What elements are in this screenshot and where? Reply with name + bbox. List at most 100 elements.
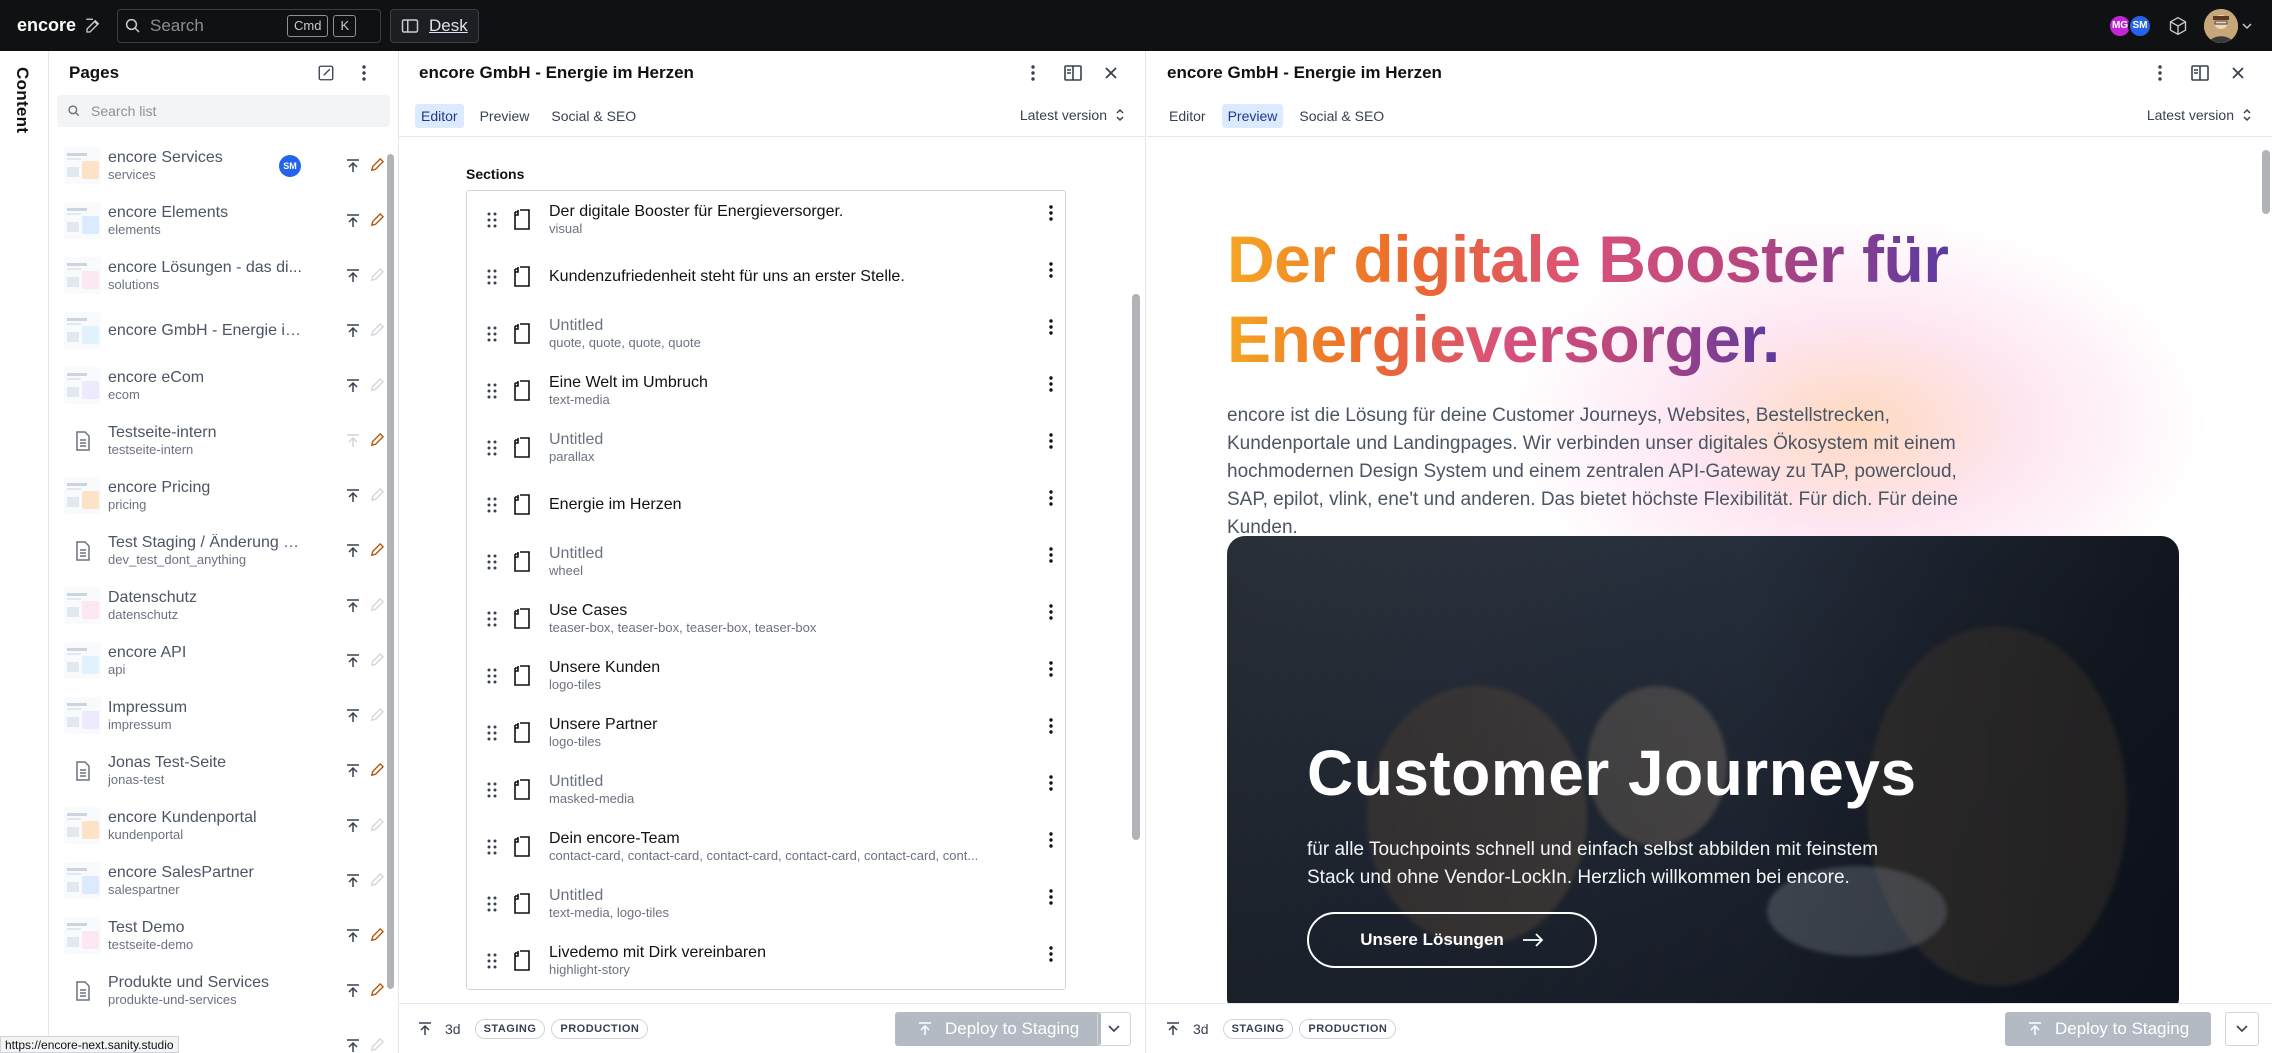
pencil-icon[interactable] (369, 1038, 384, 1053)
deploy-more-button[interactable] (2225, 1012, 2259, 1046)
section-row[interactable]: Livedemo mit Dirk vereinbaren highlight-s… (467, 932, 1065, 989)
list-item[interactable]: Jonas Test-Seite jonas-test (49, 743, 398, 798)
pencil-icon[interactable] (369, 763, 384, 778)
preview-menu-button[interactable] (2146, 59, 2174, 87)
section-row[interactable]: Untitled wheel (467, 533, 1065, 590)
list-item[interactable]: Test Staging / Änderung Ti... dev_test_do… (49, 523, 398, 578)
list-item[interactable]: encore Pricing pricing (49, 468, 398, 523)
publish-icon[interactable] (345, 433, 361, 449)
section-menu-button[interactable] (1049, 490, 1053, 506)
publish-icon[interactable] (345, 488, 361, 504)
search-input[interactable] (150, 15, 282, 36)
drag-handle-icon[interactable] (477, 896, 507, 912)
publish-icon[interactable] (345, 983, 361, 999)
drag-handle-icon[interactable] (477, 326, 507, 342)
pencil-icon[interactable] (369, 268, 384, 283)
section-row[interactable]: Untitled text-media, logo-tiles (467, 875, 1065, 932)
section-menu-button[interactable] (1049, 718, 1053, 734)
list-item[interactable]: encore Lösungen - das di... solutions (49, 248, 398, 303)
drag-handle-icon[interactable] (477, 839, 507, 855)
list-search[interactable] (57, 95, 390, 127)
split-pane-button[interactable] (2186, 59, 2214, 87)
unsere-loesungen-button[interactable]: Unsere Lösungen (1307, 912, 1597, 968)
section-row[interactable]: Untitled masked-media (467, 761, 1065, 818)
close-pane-button[interactable] (2224, 59, 2252, 87)
deploy-more-button[interactable] (1097, 1012, 1131, 1046)
section-row[interactable]: Untitled quote, quote, quote, quote (467, 305, 1065, 362)
list-item[interactable]: encore Kundenportal kundenportal (49, 798, 398, 853)
publish-icon[interactable] (345, 268, 361, 284)
section-row[interactable]: Kundenzufriedenheit steht für uns an ers… (467, 248, 1065, 305)
list-item[interactable]: encore Elements elements (49, 193, 398, 248)
brand-logo[interactable]: encore (17, 15, 76, 36)
drag-handle-icon[interactable] (477, 212, 507, 228)
publish-icon[interactable] (345, 213, 361, 229)
version-select[interactable]: Latest version (2147, 107, 2252, 123)
section-menu-button[interactable] (1049, 832, 1053, 848)
drag-handle-icon[interactable] (477, 269, 507, 285)
list-item[interactable]: encore GmbH - Energie im... (49, 303, 398, 358)
editor-scrollbar[interactable] (1132, 294, 1140, 840)
section-menu-button[interactable] (1049, 889, 1053, 905)
presence-avatar-sm[interactable]: SM (2128, 13, 2152, 38)
tab-social-seo[interactable]: Social & SEO (1293, 104, 1390, 128)
publish-icon[interactable] (345, 543, 361, 559)
create-page-button[interactable] (312, 59, 340, 87)
section-row[interactable]: Use Cases teaser-box, teaser-box, teaser-… (467, 590, 1065, 647)
content-tool-tab[interactable]: Content (12, 67, 32, 133)
pencil-icon[interactable] (369, 543, 384, 558)
pencil-icon[interactable] (369, 708, 384, 723)
section-menu-button[interactable] (1049, 433, 1053, 449)
tab-editor[interactable]: Editor (1163, 104, 1212, 128)
section-menu-button[interactable] (1049, 547, 1053, 563)
section-row[interactable]: Der digitale Booster für Energieversorge… (467, 191, 1065, 248)
drag-handle-icon[interactable] (477, 554, 507, 570)
package-icon[interactable] (2168, 16, 2188, 36)
list-item[interactable]: encore eCom ecom (49, 358, 398, 413)
close-pane-button[interactable] (1097, 59, 1125, 87)
publish-icon[interactable] (345, 598, 361, 614)
pencil-icon[interactable] (369, 433, 384, 448)
publish-icon[interactable] (345, 708, 361, 724)
drag-handle-icon[interactable] (477, 782, 507, 798)
tab-preview[interactable]: Preview (474, 104, 536, 128)
pages-scrollbar[interactable] (387, 154, 394, 989)
list-item[interactable]: Datenschutz datenschutz (49, 578, 398, 633)
section-row[interactable]: Energie im Herzen (467, 476, 1065, 533)
drag-handle-icon[interactable] (477, 953, 507, 969)
deploy-to-staging-button[interactable]: Deploy to Staging (2005, 1012, 2212, 1046)
section-menu-button[interactable] (1049, 319, 1053, 335)
section-menu-button[interactable] (1049, 661, 1053, 677)
preview-scrollbar[interactable] (2262, 150, 2270, 214)
drag-handle-icon[interactable] (477, 383, 507, 399)
publish-icon[interactable] (345, 378, 361, 394)
section-row[interactable]: Eine Welt im Umbruch text-media (467, 362, 1065, 419)
split-pane-button[interactable] (1059, 59, 1087, 87)
pencil-icon[interactable] (369, 653, 384, 668)
publish-icon[interactable] (345, 1038, 361, 1053)
publish-icon[interactable] (345, 928, 361, 944)
tab-social-seo[interactable]: Social & SEO (545, 104, 642, 128)
section-menu-button[interactable] (1049, 946, 1053, 962)
drag-handle-icon[interactable] (477, 725, 507, 741)
pencil-icon[interactable] (369, 598, 384, 613)
new-document-button[interactable] (75, 8, 111, 44)
tab-preview[interactable]: Preview (1221, 103, 1284, 128)
publish-icon[interactable] (345, 158, 361, 174)
global-search[interactable]: Cmd K (117, 8, 381, 43)
pencil-icon[interactable] (369, 488, 384, 503)
section-menu-button[interactable] (1049, 205, 1053, 221)
section-menu-button[interactable] (1049, 775, 1053, 791)
drag-handle-icon[interactable] (477, 440, 507, 456)
publish-icon[interactable] (345, 873, 361, 889)
publish-icon[interactable] (1165, 1021, 1181, 1037)
chevron-down-icon[interactable] (2242, 21, 2252, 31)
publish-icon[interactable] (417, 1021, 433, 1037)
desk-tool-button[interactable]: Desk (390, 8, 479, 43)
editor-menu-button[interactable] (1019, 59, 1047, 87)
publish-icon[interactable] (345, 818, 361, 834)
section-row[interactable]: Unsere Kunden logo-tiles (467, 647, 1065, 704)
list-item[interactable]: Testseite-intern testseite-intern (49, 413, 398, 468)
publish-icon[interactable] (345, 763, 361, 779)
tab-editor[interactable]: Editor (415, 103, 464, 128)
